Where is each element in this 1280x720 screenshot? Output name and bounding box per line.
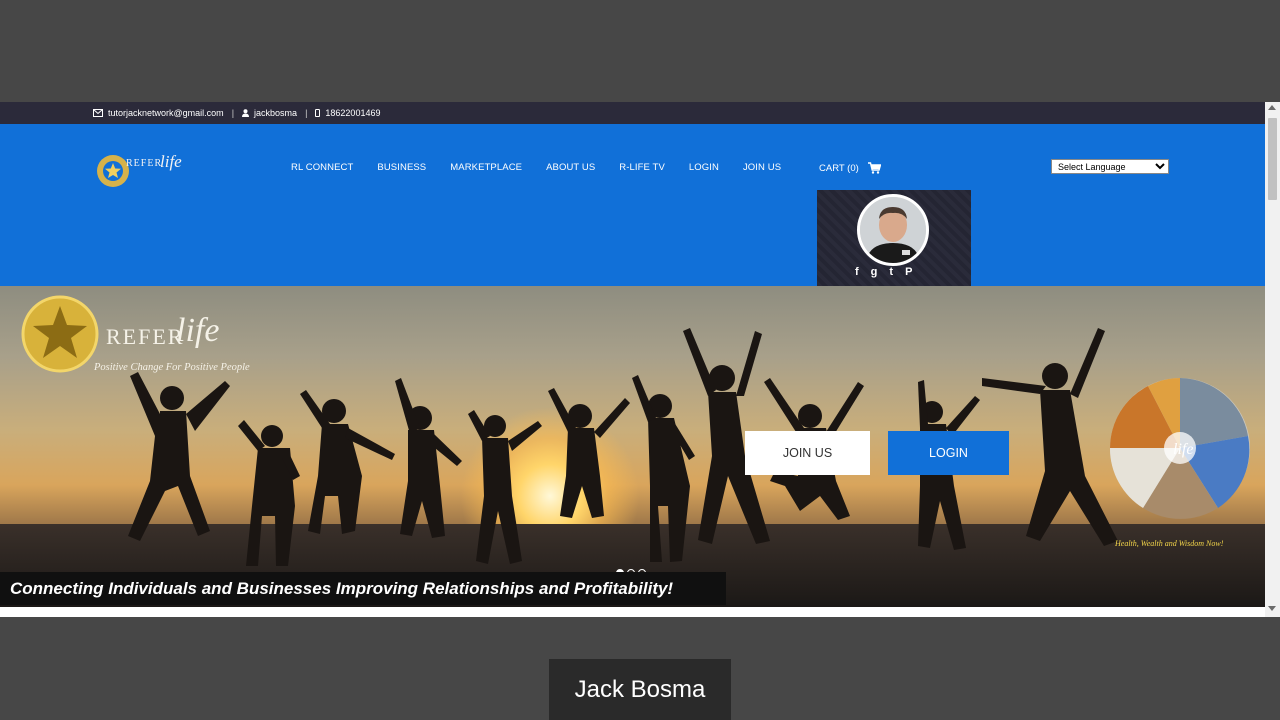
user-icon <box>242 109 250 117</box>
envelope-icon <box>93 109 103 117</box>
avatar[interactable] <box>857 194 929 266</box>
presenter-name-caption: Jack Bosma <box>549 659 731 720</box>
language-select[interactable]: Select Language <box>1051 159 1169 174</box>
scroll-down-arrow-icon[interactable] <box>1268 606 1276 611</box>
profile-photo <box>860 197 926 263</box>
username-text: jackbosma <box>254 108 298 118</box>
social-links: f g t P <box>855 266 912 278</box>
nav-r-life-tv[interactable]: R-LIFE TV <box>619 162 665 173</box>
hero-banner-text: Connecting Individuals and Businesses Im… <box>0 572 726 605</box>
phone-text: 18622001469 <box>325 108 381 118</box>
translate-attribution <box>1051 179 1169 185</box>
login-button[interactable]: LOGIN <box>888 431 1009 475</box>
facebook-icon[interactable]: f <box>855 266 859 278</box>
cart-icon <box>867 162 881 174</box>
join-us-button[interactable]: JOIN US <box>745 431 870 475</box>
profile-card: f g t P <box>817 190 971 286</box>
paypal-icon[interactable]: P <box>905 266 912 278</box>
google-icon[interactable]: g <box>871 266 878 278</box>
email-link[interactable]: tutorjacknetwork@gmail.com <box>93 108 224 118</box>
separator: | <box>305 108 308 118</box>
hero-logo-refer: REFER <box>106 324 185 349</box>
phone-link[interactable]: 18622001469 <box>315 108 380 118</box>
lifestyle-collage: life <box>1109 378 1250 519</box>
cart-label: CART (0) <box>819 162 859 174</box>
email-text: tutorjacknetwork@gmail.com <box>108 108 224 118</box>
cart-link[interactable]: CART (0) <box>819 162 881 174</box>
star-logo-icon <box>97 155 129 187</box>
main-nav: RL CONNECT BUSINESS MARKETPLACE ABOUT US… <box>291 162 805 173</box>
hero-logo: REFER life Positive Change For Positive … <box>20 294 270 374</box>
contact-bar: tutorjacknetwork@gmail.com | jackbosma |… <box>0 102 1265 124</box>
phone-icon <box>315 109 321 117</box>
hero-logo-tagline: Positive Change For Positive People <box>94 362 250 373</box>
site-logo[interactable]: REFER life <box>96 152 206 192</box>
nav-about-us[interactable]: ABOUT US <box>546 162 595 173</box>
collage-life-text: life <box>1173 441 1193 458</box>
separator: | <box>231 108 235 118</box>
hero-slider: REFER life Positive Change For Positive … <box>0 286 1265 607</box>
nav-join-us[interactable]: JOIN US <box>743 162 781 173</box>
scroll-thumb[interactable] <box>1268 118 1277 200</box>
collage-tagline: Health, Wealth and Wisdom Now! <box>1115 539 1224 548</box>
nav-rl-connect[interactable]: RL CONNECT <box>291 162 353 173</box>
username-link[interactable]: jackbosma <box>242 108 297 118</box>
nav-business[interactable]: BUSINESS <box>377 162 426 173</box>
logo-life-text: life <box>160 152 182 171</box>
hero-logo-life: life <box>176 312 220 349</box>
gold-star-icon <box>21 295 99 373</box>
nav-marketplace[interactable]: MARKETPLACE <box>450 162 522 173</box>
site-header: REFER life RL CONNECT BUSINESS MARKETPLA… <box>0 124 1265 286</box>
logo-refer-text: REFER <box>126 158 163 169</box>
page-scrollbar[interactable] <box>1265 102 1280 617</box>
nav-login[interactable]: LOGIN <box>689 162 719 173</box>
browser-viewport: tutorjacknetwork@gmail.com | jackbosma |… <box>0 102 1280 617</box>
scroll-up-arrow-icon[interactable] <box>1268 105 1276 110</box>
twitter-icon[interactable]: t <box>889 266 893 278</box>
